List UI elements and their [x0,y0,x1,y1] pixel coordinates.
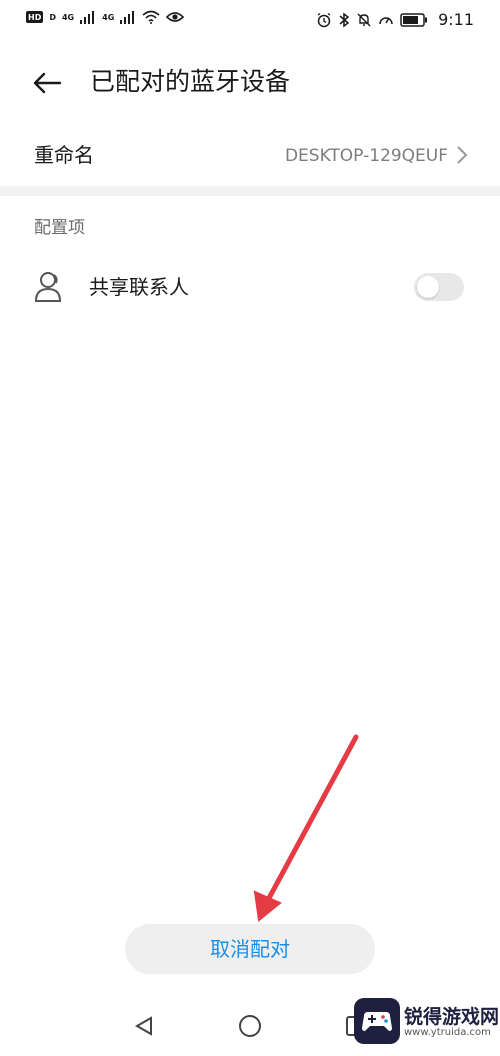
watermark-name: 锐得游戏网 [404,1006,500,1028]
rename-row[interactable]: 重命名 DESKTOP-129QEUF [0,124,500,188]
circle-home-icon [239,1015,261,1037]
back-arrow-icon [33,72,62,94]
share-contacts-toggle[interactable] [414,273,464,301]
device-name-value: DESKTOP-129QEUF [284,146,448,166]
wifi-icon [142,10,160,24]
toggle-knob [417,276,439,298]
watermark-logo [354,998,400,1044]
rename-label: 重命名 [34,143,94,167]
page-title: 已配对的蓝牙设备 [90,67,291,96]
alarm-icon [317,12,331,27]
triangle-back-icon [134,1016,152,1036]
nav-back-button[interactable] [132,1014,156,1038]
site-watermark: 锐得游戏网 www.ytruida.com [354,996,499,1050]
battery-icon [400,12,428,27]
gamepad-icon [362,1012,392,1031]
hd-sub-badge: D [49,12,56,22]
share-contacts-label: 共享联系人 [89,275,189,299]
unpair-button[interactable]: 取消配对 [125,924,375,974]
config-section-label: 配置项 [34,218,85,238]
network-type-1: 4G [61,12,75,22]
chevron-right-icon [457,146,468,164]
back-button[interactable] [30,66,64,100]
eye-icon [166,12,185,22]
status-right: 9:11 [316,10,474,29]
signal-icon [80,11,95,24]
hd-badge: HD [26,11,44,23]
bluetooth-icon [339,12,350,27]
contact-icon [34,272,62,302]
watermark-url: www.ytruida.com [404,1027,491,1038]
mute-bell-icon [357,13,371,26]
clock: 9:11 [438,10,474,29]
network-type-2: 4G [102,12,115,22]
signal-icon [120,11,135,24]
section-divider [0,186,500,196]
app-header: 已配对的蓝牙设备 [0,40,500,124]
status-bar: HD D 4G 4G 9:11 [0,0,500,40]
share-contacts-row[interactable]: 共享联系人 [0,256,500,320]
speed-icon [379,16,393,24]
status-left: HD D 4G 4G [26,10,185,24]
nav-home-button[interactable] [238,1014,262,1038]
